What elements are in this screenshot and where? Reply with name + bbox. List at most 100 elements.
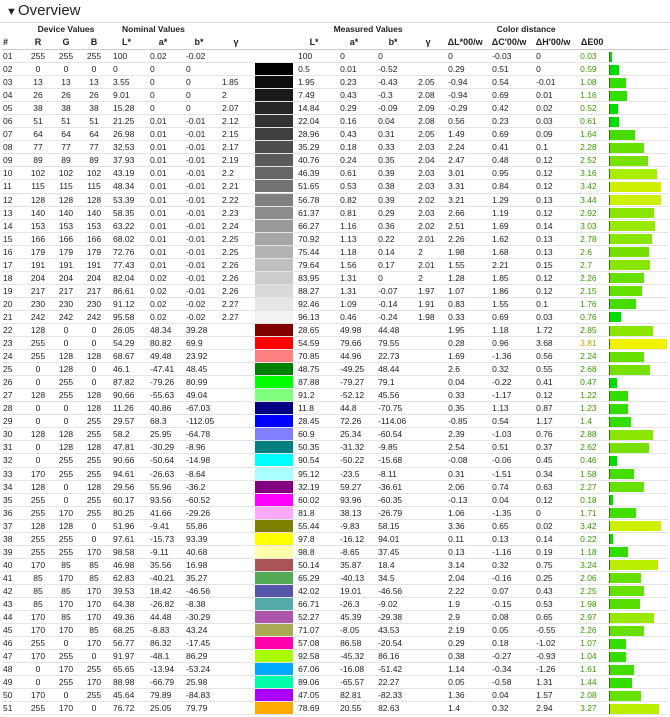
table-row: 06 51 51 51 21.25 0.01 -0.01 2.12 22.04 0.16 0.04 2… — [2, 114, 669, 129]
measured-value: 2.02 — [413, 193, 444, 207]
measured-value: 72.26 — [335, 414, 374, 429]
measured-value: -60.35 — [373, 493, 414, 507]
nominal-value: 2.21 — [217, 179, 256, 194]
nominal-value: -0.01 — [181, 219, 218, 233]
delta-e-value: 2.24 — [575, 349, 610, 364]
delta-e-bar — [609, 64, 620, 75]
nominal-value: -0.01 — [181, 232, 218, 246]
swatch-fill — [255, 76, 294, 88]
delta-e-value: 2.08 — [575, 688, 610, 703]
measured-value: 18.4 — [373, 558, 414, 572]
nominal-value: 2.2 — [217, 166, 256, 181]
delta-e-value: 0.59 — [575, 62, 610, 77]
delta-e-bar-cell — [609, 297, 669, 311]
section-header[interactable]: ▼Overview — [0, 0, 670, 23]
measured-value — [413, 440, 444, 455]
nominal-value: 0 — [181, 75, 218, 90]
table-row: 40 170 85 85 46.98 35.56 16.98 50.14 35.87 18.4 3.… — [2, 558, 669, 572]
measured-value — [413, 623, 444, 638]
measured-value: 2 — [413, 271, 444, 285]
patch-number: 11 — [2, 179, 24, 194]
distance-value: -0.85 — [443, 414, 488, 429]
device-value: 0 — [52, 480, 80, 494]
distance-value: 2.39 — [443, 427, 488, 442]
nominal-value: 46.1 — [108, 362, 146, 377]
device-value: 242 — [24, 310, 52, 324]
nominal-value: 86.29 — [181, 649, 218, 664]
delta-e-value: 0.47 — [575, 375, 610, 390]
delta-e-bar-cell — [609, 453, 669, 468]
triangle-down-icon[interactable]: ▼ — [6, 1, 18, 23]
delta-e-bar — [609, 234, 653, 245]
measured-value: 22.73 — [373, 349, 414, 364]
table-row: 44 170 85 170 49.36 44.48 -30.29 52.27 45.39 -29.… — [2, 610, 669, 625]
device-value: 255 — [80, 662, 109, 677]
measured-value: 28.45 — [293, 414, 336, 429]
table-row: 04 26 26 26 9.01 0 0 2 7.49 0.43 -0.3 2.08 -0.94 0.69… — [2, 88, 669, 103]
nominal-value — [217, 701, 256, 716]
nominal-value: -79.26 — [145, 375, 182, 390]
device-value: 0 — [80, 336, 109, 351]
swatch-fill — [255, 258, 294, 271]
nominal-value: 58.35 — [108, 206, 146, 220]
distance-value: -0.01 — [531, 75, 576, 90]
measured-value: 98.8 — [293, 545, 336, 559]
column-header-14: ΔC'00/w — [487, 35, 532, 50]
swatch-fill — [255, 297, 294, 310]
delta-e-bar-cell — [609, 649, 669, 664]
nominal-value: 63.22 — [108, 219, 146, 233]
device-value: 85 — [52, 584, 80, 598]
measured-value: 91.2 — [293, 388, 336, 403]
table-row: 17 191 191 191 77.43 0.01 -0.01 2.26 79.64 1.56 0.… — [2, 258, 669, 272]
device-value: 0 — [52, 336, 80, 351]
distance-value: 0.65 — [531, 610, 576, 625]
distance-value: 1.9 — [443, 597, 488, 612]
color-swatch — [255, 193, 294, 207]
measured-value: 2.01 — [413, 258, 444, 272]
nominal-value: 0 — [145, 75, 182, 90]
delta-e-bar-cell — [609, 636, 669, 651]
device-value: 170 — [24, 558, 52, 572]
device-value: 0 — [52, 62, 80, 77]
color-swatch — [255, 532, 294, 546]
color-swatch — [255, 584, 294, 598]
nominal-value — [217, 506, 256, 520]
delta-e-value: 2.88 — [575, 427, 610, 442]
device-value: 170 — [52, 662, 80, 677]
distance-value: -1.35 — [487, 506, 532, 520]
distance-value: 1.85 — [487, 271, 532, 285]
patch-number: 20 — [2, 297, 24, 311]
device-value: 0 — [24, 675, 52, 690]
delta-e-bar — [609, 338, 668, 349]
measured-value: 59.27 — [335, 480, 374, 494]
distance-value: 1.29 — [487, 193, 532, 207]
device-value: 255 — [52, 675, 80, 690]
nominal-value: -9.11 — [145, 545, 182, 559]
delta-e-bar-cell — [609, 362, 669, 377]
device-value: 128 — [80, 440, 109, 455]
distance-value: 0.69 — [487, 310, 532, 324]
distance-value: 0.05 — [443, 675, 488, 690]
patch-number: 37 — [2, 519, 24, 533]
nominal-value: 25.05 — [145, 701, 182, 716]
distance-value: 0.04 — [487, 688, 532, 703]
patch-number: 09 — [2, 153, 24, 168]
distance-value: 2.51 — [443, 219, 488, 233]
distance-value: -0.29 — [443, 101, 488, 116]
patch-number: 24 — [2, 349, 24, 364]
measured-value: 50.14 — [293, 558, 336, 572]
nominal-value — [217, 467, 256, 481]
swatch-fill — [255, 102, 294, 114]
measured-value: 2.03 — [413, 140, 444, 155]
group-nominal: Nominal Values — [122, 24, 185, 34]
measured-value: -0.52 — [373, 62, 414, 77]
device-value: 26 — [52, 88, 80, 103]
nominal-value: 0 — [108, 62, 146, 77]
table-row: 10 102 102 102 43.19 0.01 -0.01 2.2 46.39 0.61 0.3… — [2, 166, 669, 181]
measured-value: 0.33 — [373, 140, 414, 155]
color-swatch — [255, 493, 294, 507]
nominal-value: 9.01 — [108, 88, 146, 103]
device-value: 153 — [24, 219, 52, 233]
distance-value: 1.55 — [443, 258, 488, 272]
measured-value: 1.13 — [335, 232, 374, 246]
